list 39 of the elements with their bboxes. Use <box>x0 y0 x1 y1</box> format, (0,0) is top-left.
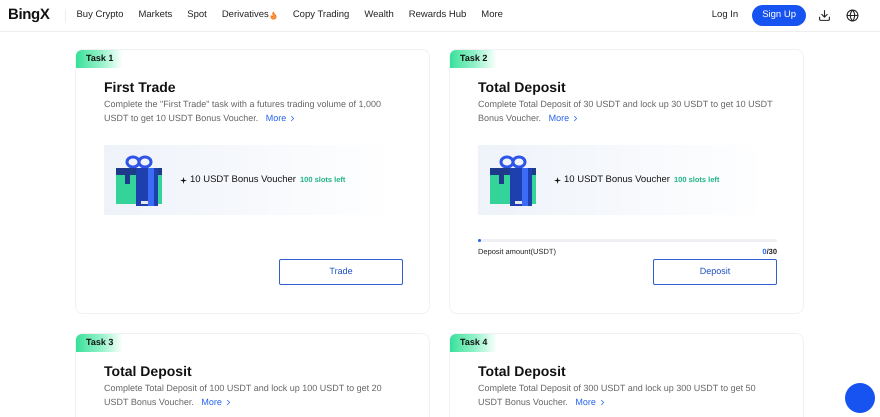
task-description: Complete Total Deposit of 300 USDT and lock up 300 USDT to get 50 USDT Bonus Voucher. More <box>478 382 757 409</box>
nav-link[interactable]: Buy Crypto <box>76 8 124 23</box>
sparkle-icon <box>180 176 187 184</box>
task-title: Total Deposit <box>104 362 193 380</box>
more-link[interactable]: More <box>266 111 298 125</box>
more-link[interactable]: More <box>548 111 580 125</box>
nav-link[interactable]: Spot <box>187 8 207 23</box>
nav-link[interactable]: Wealth <box>364 8 394 23</box>
gift-icon <box>114 154 164 206</box>
nav-link[interactable]: More <box>481 8 503 23</box>
task-tag: Task 4 <box>450 334 498 352</box>
task-button[interactable]: Trade <box>279 259 403 285</box>
more-link[interactable]: More <box>575 395 607 409</box>
voucher-label: 10 USDT Bonus Voucher <box>564 172 670 187</box>
nav-link[interactable]: Derivatives <box>222 8 278 23</box>
logo[interactable]: BingX <box>8 4 50 27</box>
nav-link[interactable]: Copy Trading <box>292 8 350 23</box>
task-title: Total Deposit <box>478 78 567 96</box>
task-description: Complete the "First Trade" task with a futures trading volume of 1,000 USDT to get 10 USDT Bonus Voucher. More <box>104 98 382 125</box>
nav-link[interactable]: Rewards Hub <box>408 8 466 23</box>
task-title: Total Deposit <box>478 362 567 380</box>
signup-button[interactable]: Sign Up <box>752 5 806 26</box>
task-button[interactable]: Deposit <box>653 259 777 285</box>
voucher-label: 10 USDT Bonus Voucher <box>190 172 296 187</box>
flame-icon <box>268 11 278 20</box>
task-tag: Task 2 <box>450 50 498 68</box>
more-link[interactable]: More <box>201 395 233 409</box>
nav-link[interactable]: Markets <box>138 8 172 23</box>
sparkle-icon <box>554 176 561 184</box>
task-title: First Trade <box>104 78 177 96</box>
download-icon[interactable] <box>818 9 831 22</box>
task-tag: Task 1 <box>76 50 124 68</box>
floating-button[interactable] <box>845 383 875 413</box>
task-description: Complete Total Deposit of 100 USDT and lock up 100 USDT to get 20 USDT Bonus Voucher. More <box>104 382 383 409</box>
task-tag: Task 3 <box>76 334 124 352</box>
gift-icon <box>488 154 538 206</box>
globe-icon[interactable] <box>846 9 859 22</box>
task-description: Complete Total Deposit of 30 USDT and lock up 30 USDT to get 10 USDT Bonus Voucher. More <box>478 98 774 125</box>
login-link[interactable]: Log In <box>712 8 738 23</box>
